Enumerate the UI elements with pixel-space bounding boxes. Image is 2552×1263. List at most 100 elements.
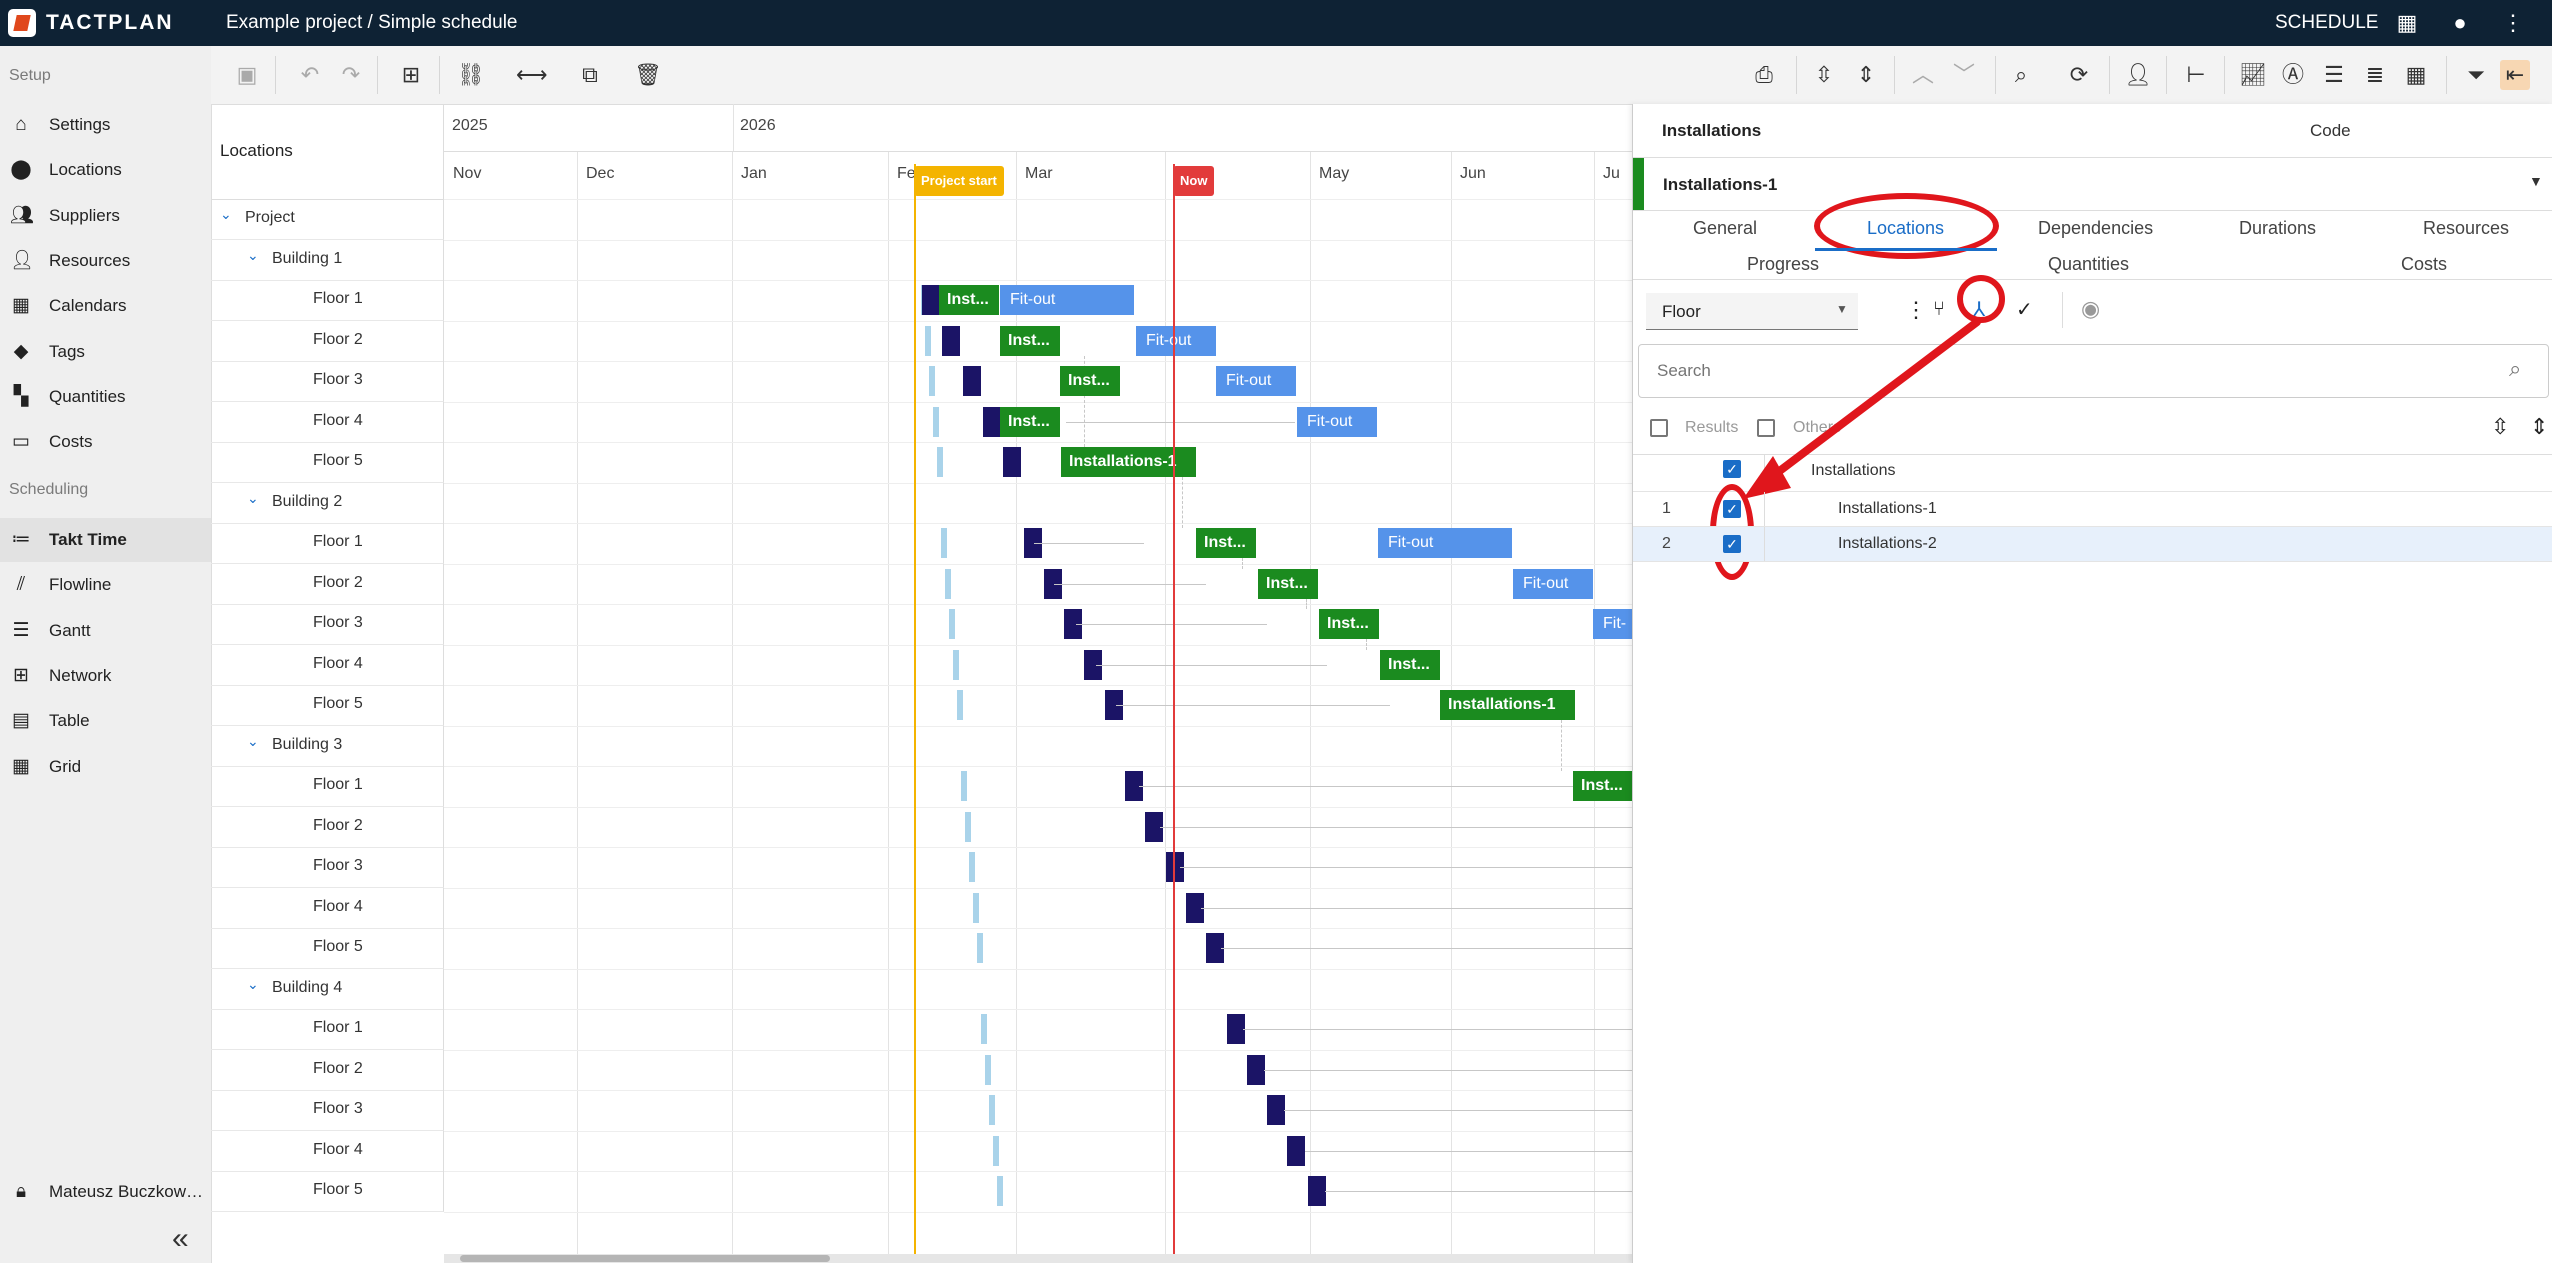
sync-icon[interactable]: ⟳ (2064, 60, 2094, 90)
link-icon[interactable]: ⛓ (456, 60, 486, 90)
expand-all-icon[interactable]: ⇕ (1851, 60, 1881, 90)
tree-row-floor[interactable]: Floor 4 (211, 1130, 444, 1172)
sidebar-item-flowline[interactable]: ⫽ Flowline (0, 563, 211, 607)
installations-task-bar[interactable]: Inst... (939, 285, 999, 315)
fit-out-task-bar[interactable]: Fit-out (1513, 568, 1593, 599)
text-format-icon[interactable]: Ⓐ (2278, 60, 2308, 90)
expand-chevron-icon[interactable]: ⌄ (220, 206, 236, 226)
prep-task-bar[interactable] (977, 933, 983, 963)
installations-task-bar[interactable]: Inst... (1573, 771, 1632, 801)
tree-row-floor[interactable]: Floor 3 (211, 1090, 444, 1131)
tree-row-floor[interactable]: Floor 4 (211, 644, 444, 686)
tab-locations[interactable]: Locations (1867, 218, 1944, 239)
hierarchy-icon[interactable]: ⊢ (2181, 60, 2211, 90)
horizontal-scrollbar[interactable] (444, 1254, 1632, 1263)
tree-row-building[interactable]: ⌄ Building 2 (211, 482, 444, 524)
collapse-sidebar-icon[interactable]: « (172, 1222, 189, 1256)
prep-task-bar[interactable] (973, 892, 979, 923)
tree-row-floor[interactable]: Floor 5 (211, 1171, 444, 1212)
tree-row-floor[interactable]: Floor 1 (211, 766, 444, 807)
sidebar-item-quantities[interactable]: ▚ Quantities (0, 375, 211, 419)
installations-task-bar[interactable]: Inst... (1000, 406, 1060, 437)
fit-out-task-bar[interactable]: Fit-out (1297, 406, 1377, 437)
structure-task-bar[interactable] (1226, 1014, 1245, 1044)
tree-row-building[interactable]: ⌄ Building 1 (211, 239, 444, 281)
move-down-icon[interactable]: ﹀ (1949, 60, 1979, 90)
prep-task-bar[interactable] (941, 528, 947, 558)
tree-row-floor[interactable]: Floor 2 (211, 1049, 444, 1091)
fit-out-task-bar[interactable]: Fit-out (1136, 325, 1216, 356)
fit-out-task-bar[interactable]: Fit-out (1000, 285, 1134, 315)
tree-row-building[interactable]: ⌄ Building 4 (211, 968, 444, 1010)
tree-row-project[interactable]: ⌄ Project (211, 199, 444, 240)
structure-task-bar[interactable] (962, 366, 981, 396)
more-vertical-icon[interactable]: ⋮ (2500, 10, 2526, 36)
expand-chevron-icon[interactable]: ⌄ (247, 247, 263, 267)
tree-row-floor[interactable]: Floor 1 (211, 523, 444, 564)
prep-task-bar[interactable] (937, 447, 943, 477)
breadcrumb[interactable]: Example project / Simple schedule (226, 12, 517, 34)
add-task-icon[interactable]: ⊞ (396, 60, 426, 90)
collapse-all-icon[interactable]: ⇳ (1809, 60, 1839, 90)
installations-task-bar[interactable]: Inst... (1258, 568, 1318, 599)
sidebar-item-gantt[interactable]: ☰ Gantt (0, 609, 211, 653)
structure-task-bar[interactable] (1267, 1095, 1286, 1125)
fit-out-task-bar[interactable]: Fit- (1593, 609, 1632, 639)
redo-icon[interactable]: ↷ (336, 60, 366, 90)
prep-task-bar[interactable] (925, 325, 931, 356)
structure-task-bar[interactable] (922, 285, 940, 315)
prep-task-bar[interactable] (985, 1054, 991, 1085)
tab-quantities[interactable]: Quantities (2048, 254, 2129, 275)
structure-task-bar[interactable] (1246, 1054, 1265, 1085)
expand-chevron-icon[interactable]: ⌄ (247, 733, 263, 753)
sidebar-item-costs[interactable]: ▭ Costs (0, 420, 211, 464)
panel-toggle-icon[interactable]: ⇤ (2500, 60, 2530, 90)
tree-row-floor[interactable]: Floor 2 (211, 320, 444, 362)
installations-task-bar[interactable]: Installations-1 (1061, 447, 1196, 477)
prep-task-bar[interactable] (969, 852, 975, 882)
person-icon[interactable]: 👤︎ (2123, 60, 2153, 90)
tab-resources[interactable]: Resources (2423, 218, 2509, 239)
move-up-icon[interactable]: ︿ (1908, 60, 1938, 90)
tree-row-floor[interactable]: Floor 2 (211, 563, 444, 605)
calendar-view-icon[interactable]: ▦ (2401, 60, 2431, 90)
structure-task-bar[interactable] (1003, 447, 1022, 477)
delete-icon[interactable]: 🗑︎ (633, 60, 663, 90)
undo-icon[interactable]: ↶ (295, 60, 325, 90)
structure-task-bar[interactable] (1307, 1176, 1326, 1206)
structure-task-bar[interactable] (942, 325, 961, 356)
fit-out-task-bar[interactable]: Fit-out (1378, 528, 1512, 558)
schedule-menu[interactable]: SCHEDULE (2275, 12, 2378, 34)
installations-task-bar[interactable]: Inst... (1319, 609, 1379, 639)
sidebar-item-network[interactable]: ⊞ Network (0, 654, 211, 698)
prep-task-bar[interactable] (993, 1135, 999, 1166)
prep-task-bar[interactable] (945, 568, 951, 599)
fit-out-task-bar[interactable]: Fit-out (1216, 366, 1296, 396)
sidebar-item-suppliers[interactable]: 👥︎ Suppliers (0, 194, 211, 238)
tree-row-floor[interactable]: Floor 4 (211, 401, 444, 443)
prep-task-bar[interactable] (957, 690, 963, 720)
installations-task-bar[interactable]: Inst... (1060, 366, 1120, 396)
prep-task-bar[interactable] (997, 1176, 1003, 1206)
structure-task-bar[interactable] (982, 406, 1001, 437)
tree-row-floor[interactable]: Floor 4 (211, 887, 444, 929)
prep-task-bar[interactable] (953, 649, 959, 680)
sidebar-item-calendars[interactable]: ▦ Calendars (0, 284, 211, 328)
stretch-icon[interactable]: ⟷ (516, 60, 548, 90)
filter-icon[interactable]: ⏷ (2461, 60, 2491, 90)
structure-task-bar[interactable] (1287, 1135, 1306, 1166)
sidebar-item-resources[interactable]: 👤︎ Resources (0, 239, 211, 283)
tree-row-floor[interactable]: Floor 3 (211, 361, 444, 402)
density-icon[interactable]: ≣ (2360, 60, 2390, 90)
tree-row-building[interactable]: ⌄ Building 3 (211, 725, 444, 767)
tree-row-floor[interactable]: Floor 1 (211, 1009, 444, 1050)
prep-task-bar[interactable] (949, 609, 955, 639)
tab-general[interactable]: General (1693, 218, 1757, 239)
tactplan-logo-icon[interactable] (8, 9, 36, 37)
tree-row-floor[interactable]: Floor 5 (211, 442, 444, 483)
tab-dependencies[interactable]: Dependencies (2038, 218, 2153, 239)
tab-durations[interactable]: Durations (2239, 218, 2316, 239)
trend-icon[interactable]: 📈︎ (2238, 60, 2268, 90)
save-icon[interactable]: ▣ (232, 60, 262, 90)
tree-row-floor[interactable]: Floor 2 (211, 806, 444, 848)
